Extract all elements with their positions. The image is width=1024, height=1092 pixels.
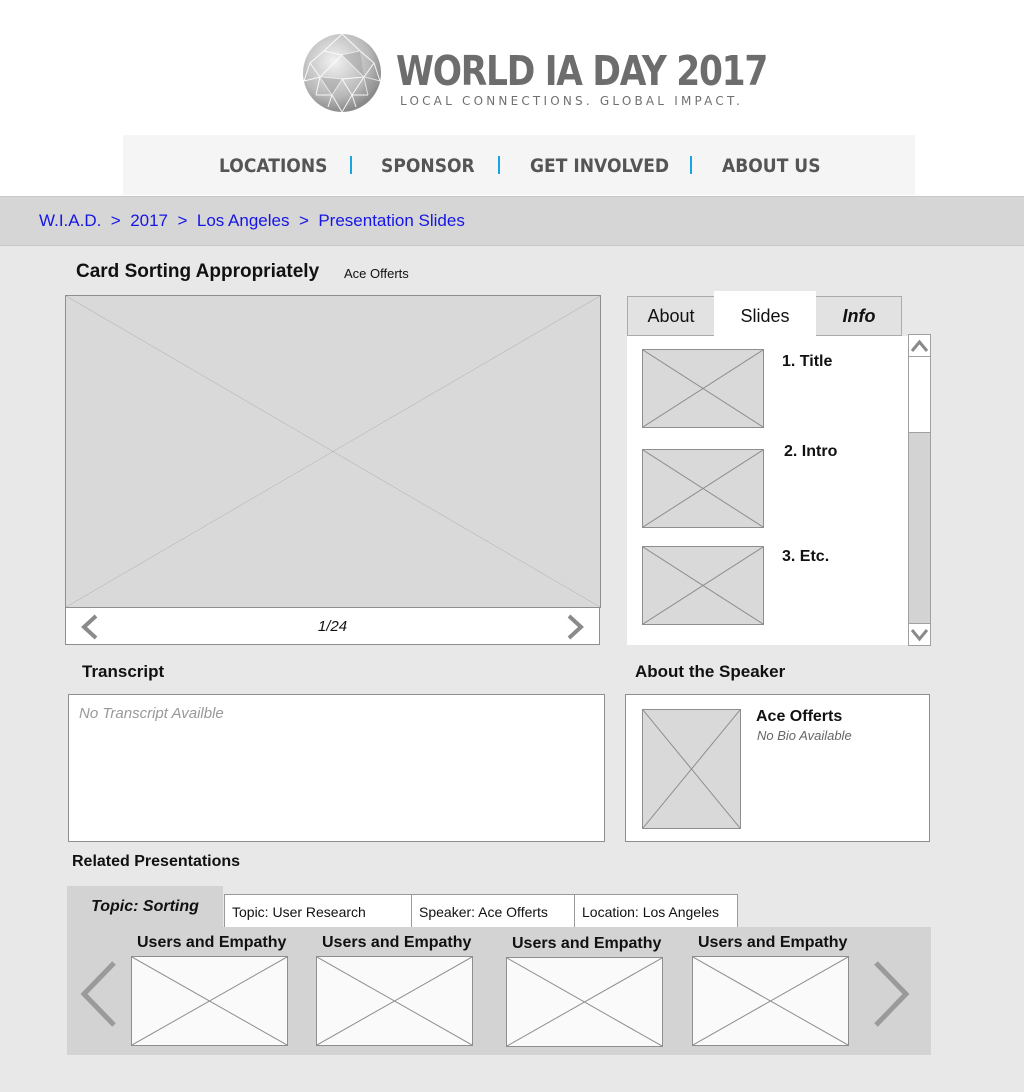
tab-about[interactable]: About <box>627 296 715 336</box>
transcript-placeholder: No Transcript Availble <box>79 705 224 722</box>
related-card-title[interactable]: Users and Empathy <box>322 934 471 952</box>
speaker-photo[interactable] <box>642 709 741 829</box>
slide-list-label[interactable]: 3. Etc. <box>782 548 829 566</box>
breadcrumb-item-year[interactable]: 2017 <box>130 211 168 230</box>
breadcrumb-separator: > <box>172 211 193 230</box>
slides-scrollbar[interactable] <box>908 334 931 646</box>
slide-counter: 1/24 <box>317 618 348 635</box>
slide-list-label[interactable]: 1. Title <box>782 353 832 371</box>
chevron-down-icon <box>910 629 929 642</box>
breadcrumb-bar: W.I.A.D. > 2017 > Los Angeles > Presenta… <box>0 196 1024 246</box>
slide-thumbnail[interactable] <box>642 449 764 528</box>
related-card-title[interactable]: Users and Empathy <box>512 935 661 953</box>
related-card-thumbnail[interactable] <box>316 956 473 1046</box>
nav-item-get-involved[interactable]: GET INVOLVED <box>530 155 669 177</box>
slide-viewer-image[interactable] <box>65 295 601 608</box>
scroll-down-button[interactable] <box>909 623 930 645</box>
nav-separator <box>350 156 352 174</box>
logo-tagline: LOCAL CONNECTIONS. GLOBAL IMPACT. <box>400 94 744 108</box>
breadcrumb-separator: > <box>294 211 314 230</box>
breadcrumb-separator: > <box>106 211 126 230</box>
slide-list-label[interactable]: 2. Intro <box>784 443 837 461</box>
nav-separator <box>690 156 692 174</box>
presentation-title: Card Sorting Appropriately <box>76 261 320 282</box>
site-header: WORLD IA DAY 2017 LOCAL CONNECTIONS. GLO… <box>0 0 1024 196</box>
related-card-thumbnail[interactable] <box>506 957 663 1047</box>
slide-nav-bar: 1/24 <box>65 607 600 645</box>
breadcrumb-item-city[interactable]: Los Angeles <box>197 211 290 230</box>
presentation-author[interactable]: Ace Offerts <box>344 266 409 281</box>
related-tab-user-research[interactable]: Topic: User Research <box>224 894 412 928</box>
nav-item-sponsor[interactable]: SPONSOR <box>381 155 475 177</box>
chevron-up-icon <box>910 339 929 352</box>
tab-slides[interactable]: Slides <box>714 291 816 337</box>
slide-thumbnail[interactable] <box>642 546 764 625</box>
nav-item-locations[interactable]: LOCATIONS <box>219 155 327 177</box>
related-card-title[interactable]: Users and Empathy <box>137 934 286 952</box>
slide-thumbnail[interactable] <box>642 349 764 428</box>
transcript-heading: Transcript <box>82 662 165 681</box>
scroll-thumb[interactable] <box>909 357 930 433</box>
scroll-up-button[interactable] <box>909 335 930 357</box>
main-nav: LOCATIONS SPONSOR GET INVOLVED ABOUT US <box>123 135 915 195</box>
transcript-box[interactable]: No Transcript Availble <box>68 694 605 842</box>
related-card-thumbnail[interactable] <box>131 956 288 1046</box>
speaker-name[interactable]: Ace Offerts <box>756 708 842 726</box>
related-card-thumbnail[interactable] <box>692 956 849 1046</box>
chevron-right-icon[interactable] <box>565 614 587 640</box>
breadcrumb: W.I.A.D. > 2017 > Los Angeles > Presenta… <box>39 211 465 231</box>
related-tab-topic-sorting[interactable]: Topic: Sorting <box>67 886 223 928</box>
related-heading: Related Presentations <box>72 853 241 870</box>
breadcrumb-item-current[interactable]: Presentation Slides <box>318 211 464 230</box>
nav-item-about-us[interactable]: ABOUT US <box>722 155 821 177</box>
globe-logo-icon[interactable] <box>302 33 382 113</box>
nav-separator <box>498 156 500 174</box>
related-tab-location[interactable]: Location: Los Angeles <box>574 894 738 928</box>
chevron-right-icon[interactable] <box>872 961 912 1027</box>
chevron-left-icon[interactable] <box>78 961 118 1027</box>
breadcrumb-item-wiad[interactable]: W.I.A.D. <box>39 211 101 230</box>
speaker-bio: No Bio Available <box>757 728 852 743</box>
speaker-heading: About the Speaker <box>635 662 786 681</box>
logo-title: WORLD IA DAY 2017 <box>396 47 768 95</box>
related-tab-speaker[interactable]: Speaker: Ace Offerts <box>411 894 575 928</box>
related-card-title[interactable]: Users and Empathy <box>698 934 847 952</box>
tab-info[interactable]: Info <box>816 296 902 336</box>
